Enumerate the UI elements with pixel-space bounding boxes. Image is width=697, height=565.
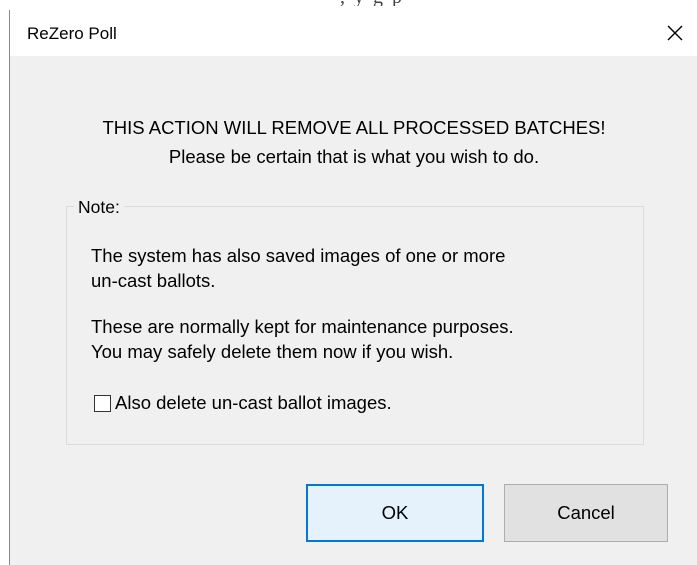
title-bar[interactable]: ReZero Poll — [10, 10, 697, 56]
saved-images-line-1: The system has also saved images of one … — [91, 245, 506, 266]
close-button[interactable] — [652, 10, 697, 56]
delete-images-checkbox-row[interactable]: Also delete un-cast ballot images. — [94, 392, 392, 414]
close-icon — [666, 24, 684, 42]
warning-message: THIS ACTION WILL REMOVE ALL PROCESSED BA… — [102, 117, 606, 138]
saved-images-note: The system has also saved images of one … — [91, 243, 631, 293]
maintenance-line-2: You may safely delete them now if you wi… — [91, 341, 454, 362]
cancel-button[interactable]: Cancel — [504, 484, 668, 542]
screenshot-root: , y g p ReZero Poll THIS ACTION WILL REM… — [0, 0, 697, 565]
note-group-box: Note: The system has also saved images o… — [66, 197, 644, 445]
window-title: ReZero Poll — [27, 24, 117, 43]
ok-button[interactable]: OK — [306, 484, 484, 542]
delete-images-checkbox-label[interactable]: Also delete un-cast ballot images. — [115, 392, 392, 414]
note-legend: Note: — [74, 197, 124, 218]
maintenance-note: These are normally kept for maintenance … — [91, 314, 631, 364]
delete-images-checkbox[interactable] — [94, 394, 111, 412]
rezero-poll-dialog: ReZero Poll THIS ACTION WILL REMOVE ALL … — [9, 10, 697, 565]
background-text-fragment: , y g p — [340, 0, 670, 6]
certainty-message: Please be certain that is what you wish … — [168, 146, 540, 167]
saved-images-line-2: un-cast ballots. — [91, 270, 216, 291]
maintenance-line-1: These are normally kept for maintenance … — [91, 316, 514, 337]
